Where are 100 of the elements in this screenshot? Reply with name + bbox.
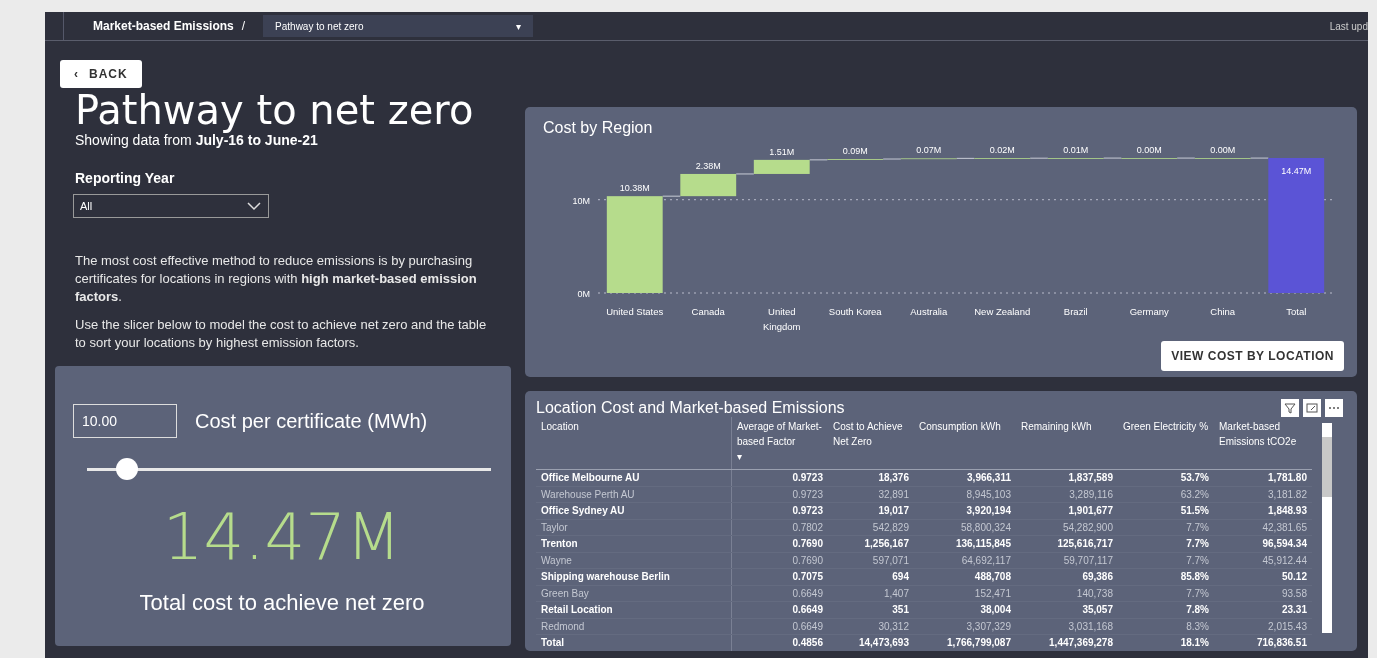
table-cell: 1,837,589	[1016, 469, 1118, 486]
connector-line	[1250, 157, 1269, 159]
table-cell: Wayne	[536, 552, 732, 569]
table-cell: Taylor	[536, 519, 732, 536]
focus-mode-icon[interactable]	[1303, 399, 1321, 417]
cost-label: Cost per certificate (MWh)	[195, 409, 428, 433]
table-cell: 7.7%	[1118, 585, 1214, 602]
category-label: United Kingdom	[763, 306, 801, 332]
table-cell: 3,966,311	[914, 469, 1016, 486]
table-cell: 140,738	[1016, 585, 1118, 602]
more-options-icon[interactable]	[1325, 399, 1343, 417]
table-cell: 3,307,329	[914, 618, 1016, 635]
category-label: China	[1210, 306, 1236, 317]
table-cell: Retail Location	[536, 601, 732, 618]
table-cell: 1,256,167	[828, 535, 914, 552]
table-cell: Trenton	[536, 535, 732, 552]
table-cell: 19,017	[828, 502, 914, 519]
table-cell: 58,800,324	[914, 519, 1016, 536]
last-updated-text: Last upd	[1329, 20, 1368, 32]
table-title: Location Cost and Market-based Emissions	[536, 399, 845, 417]
table-cell: 69,386	[1016, 568, 1118, 585]
total-cell: 14,473,693	[828, 634, 914, 651]
connector-line	[1176, 157, 1196, 159]
axis-tick-label: 10M	[572, 195, 590, 206]
table-cell: Green Bay	[536, 585, 732, 602]
category-label: Canada	[691, 306, 725, 317]
connector-line	[1103, 157, 1122, 159]
cost-input-field[interactable]: 10.00	[73, 404, 177, 438]
table-cell: 85.8%	[1118, 568, 1214, 585]
table-cell: 35,057	[1016, 601, 1118, 618]
bar-value-label: 10.38M	[619, 183, 650, 194]
table-cell: 136,115,845	[914, 535, 1016, 552]
category-label: United States	[606, 306, 664, 317]
table-cell: 53.7%	[1118, 469, 1214, 486]
table-cell: 0.7075	[731, 568, 828, 585]
column-header[interactable]: Market-based Emissions tCO2e	[1214, 417, 1312, 470]
table-cell: 1,901,677	[1016, 502, 1118, 519]
total-cost-value: 14.47M	[161, 500, 403, 574]
total-cell: 1,766,799,087	[914, 634, 1016, 651]
bar-value-label: 0.09M	[842, 146, 868, 157]
table-cell: 63.2%	[1118, 486, 1214, 503]
table-cell: 0.6649	[731, 585, 828, 602]
table-cell: 694	[828, 568, 914, 585]
category-label: South Korea	[828, 306, 882, 317]
filter-icon[interactable]	[1281, 399, 1299, 417]
description-text: Use the slicer below to model the cost to achieve net zero and the table to sort your locations by highest emission factors.	[75, 316, 488, 352]
bar-value-label: 0.00M	[1136, 145, 1162, 156]
category-label: Total	[1286, 306, 1307, 317]
chevron-down-icon	[246, 201, 262, 211]
table-cell: 3,920,194	[914, 502, 1016, 519]
table-cell: 38,004	[914, 601, 1016, 618]
table-cell: 0.7690	[731, 552, 828, 569]
table-cell: 1,407	[828, 585, 914, 602]
bar-value-label: 2.38M	[695, 160, 721, 171]
column-header[interactable]: Green Electricity %	[1118, 417, 1214, 470]
table-cell: 42,381.65	[1214, 519, 1312, 536]
table-cell: 7.7%	[1118, 552, 1214, 569]
reporting-year-label: Reporting Year	[75, 170, 176, 186]
column-header[interactable]: Cost to Achieve Net Zero	[828, 417, 914, 470]
column-header[interactable]: Remaining kWh	[1016, 417, 1118, 470]
reporting-year-dropdown[interactable]: All	[73, 194, 269, 218]
table-cell: 0.9723	[731, 469, 828, 486]
table-cell: 0.7802	[731, 519, 828, 536]
axis-tick-label: 0M	[577, 289, 590, 299]
table-cell: 542,829	[828, 519, 914, 536]
breadcrumb[interactable]: Market-based Emissions	[93, 19, 234, 33]
connector-line	[956, 157, 975, 159]
table-cell: 7.7%	[1118, 519, 1214, 536]
category-label: Brazil	[1063, 306, 1088, 317]
bar-value-label: 0.00M	[1210, 145, 1236, 156]
view-cost-by-location-button[interactable]: VIEW COST BY LOCATION	[1161, 341, 1344, 371]
table-cell: 50.12	[1214, 568, 1312, 585]
table-cell: 7.8%	[1118, 601, 1214, 618]
connector-line	[1029, 157, 1049, 159]
table-cell: 0.6649	[731, 618, 828, 635]
description-text: The most cost effective method to reduce emissions is by purchasing certificates for locations in regions with high market-based emission factors.	[75, 252, 478, 306]
bar-value-label: 1.51M	[769, 146, 795, 157]
table-cell: 125,616,717	[1016, 535, 1118, 552]
breadcrumb-separator: /	[241, 19, 246, 33]
slider-thumb[interactable]	[116, 458, 139, 480]
connector-line	[662, 195, 681, 197]
column-header[interactable]: Consumption kWh	[914, 417, 1016, 470]
column-header[interactable]: Average of Market-based Factor ▾	[731, 417, 828, 470]
table-cell: 30,312	[828, 618, 914, 635]
table-cell: 8,945,103	[914, 486, 1016, 503]
table-cell: 93.58	[1214, 585, 1312, 602]
category-label: Germany	[1129, 306, 1169, 317]
slider-track[interactable]	[87, 458, 491, 480]
column-header[interactable]: Location	[536, 417, 732, 470]
table-cell: 0.7690	[731, 535, 828, 552]
category-label: New Zealand	[974, 306, 1031, 317]
page-dropdown[interactable]: Pathway to net zero ▾	[263, 15, 534, 37]
sort-indicator: ▾	[737, 451, 742, 462]
connector-line	[809, 159, 828, 161]
scrollbar[interactable]	[1322, 423, 1332, 633]
category-label: Australia	[910, 306, 948, 317]
table-cell: 96,594.34	[1214, 535, 1312, 552]
table-cell: 152,471	[914, 585, 1016, 602]
table-cell: 51.5%	[1118, 502, 1214, 519]
back-button[interactable]: ‹ BACK	[60, 60, 142, 88]
